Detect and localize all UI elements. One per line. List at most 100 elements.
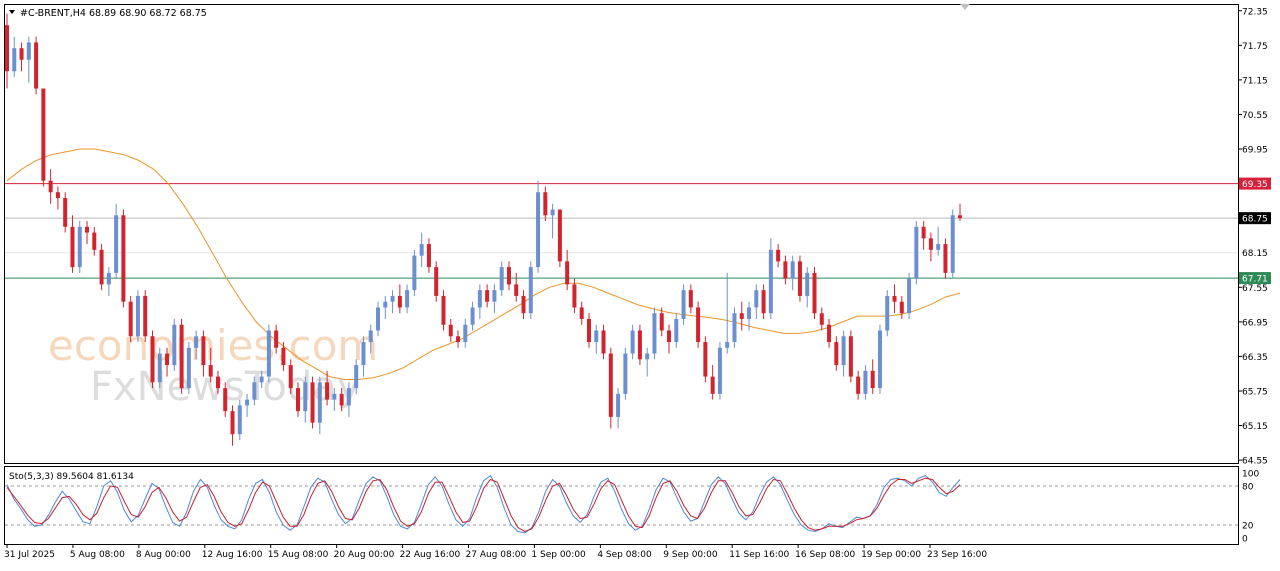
candle xyxy=(99,244,104,291)
candle-body xyxy=(470,307,475,325)
stochastic-oscillator: 100 80 20 0 xyxy=(5,470,1259,545)
price-tick-label: 71.75 xyxy=(1242,42,1268,52)
candle xyxy=(114,203,119,279)
price-tick-label: 71.15 xyxy=(1242,76,1268,86)
candle xyxy=(26,36,31,83)
candle xyxy=(135,290,140,343)
candle xyxy=(739,301,744,331)
candle xyxy=(914,221,919,285)
candle xyxy=(434,261,439,302)
time-tick-label: 19 Sep 00:00 xyxy=(861,550,921,560)
candle xyxy=(412,249,417,296)
candle xyxy=(565,249,570,291)
candle-body xyxy=(266,330,271,377)
candle xyxy=(907,272,912,319)
chart-shift-marker-icon[interactable] xyxy=(960,4,970,10)
candle xyxy=(877,324,882,394)
candle xyxy=(390,290,395,314)
stochastic-level-label: 100 xyxy=(1242,470,1259,480)
candle xyxy=(703,336,708,383)
candle-body xyxy=(572,284,577,308)
candle-body xyxy=(696,307,701,343)
candle xyxy=(550,203,555,239)
candle xyxy=(601,324,606,360)
candle-body xyxy=(448,324,453,337)
candle xyxy=(179,318,184,394)
candle-body xyxy=(230,411,235,435)
candle xyxy=(936,226,941,256)
candle xyxy=(186,342,191,394)
candle xyxy=(616,388,621,429)
candle-body xyxy=(899,301,904,314)
candle xyxy=(681,284,686,325)
candle xyxy=(266,324,271,383)
candle xyxy=(237,399,242,440)
candle xyxy=(688,284,693,314)
candle-body xyxy=(157,353,162,383)
candle xyxy=(892,284,897,314)
candle-body xyxy=(805,272,810,296)
candle-body xyxy=(92,232,97,250)
candle-body xyxy=(346,388,351,406)
candle-body xyxy=(623,353,628,394)
candle xyxy=(776,244,781,268)
candle-body xyxy=(376,307,381,331)
candle-body xyxy=(143,295,148,337)
candle-body xyxy=(397,295,402,308)
candle xyxy=(572,278,577,314)
candle xyxy=(717,342,722,400)
symbol-dropdown-icon[interactable] xyxy=(9,10,15,14)
candle xyxy=(885,290,890,337)
candle xyxy=(710,365,715,400)
time-tick-label: 5 Aug 08:00 xyxy=(70,550,125,560)
stochastic-level-label: 20 xyxy=(1242,522,1254,532)
candle xyxy=(470,301,475,331)
candle xyxy=(543,186,548,222)
stochastic-main-line xyxy=(6,474,961,534)
candle-body xyxy=(215,376,220,389)
candle xyxy=(863,365,868,400)
stochastic-plot-frame xyxy=(4,466,1239,545)
candle-body xyxy=(128,301,133,337)
candle-body xyxy=(652,313,657,354)
candle-body xyxy=(674,318,679,343)
candle xyxy=(106,267,111,296)
candle-body xyxy=(114,215,119,273)
candle-body xyxy=(659,313,664,331)
candle-body xyxy=(19,48,24,60)
candle xyxy=(623,347,628,400)
candle xyxy=(732,307,737,348)
candle xyxy=(383,295,388,319)
time-tick-label: 1 Sep 00:00 xyxy=(531,550,586,560)
time-tick-label: 16 Sep 08:00 xyxy=(795,550,855,560)
candle xyxy=(317,376,322,435)
candle-body xyxy=(557,209,562,262)
candle-body xyxy=(259,376,264,383)
candle-body xyxy=(921,226,926,239)
candle-body xyxy=(950,215,955,273)
candle-body xyxy=(928,238,933,250)
candle-body xyxy=(201,336,206,366)
candle-body xyxy=(492,290,497,302)
candle-body xyxy=(310,382,315,423)
candle-body xyxy=(914,226,919,279)
time-tick-label: 11 Sep 16:00 xyxy=(729,550,789,560)
candle-body xyxy=(688,290,693,308)
candle xyxy=(121,209,126,308)
stochastic-level-label: 80 xyxy=(1242,483,1254,493)
time-tick-label: 22 Aug 16:00 xyxy=(400,550,461,560)
candle-body xyxy=(77,226,82,268)
candle-body xyxy=(485,290,490,302)
candle-body xyxy=(797,261,802,296)
candle-body xyxy=(943,244,948,273)
candle-body xyxy=(761,290,766,314)
time-axis: 31 Jul 2025 5 Aug 08:00 8 Aug 00:00 12 Aug … xyxy=(4,544,987,560)
time-tick-label: 27 Aug 08:00 xyxy=(466,550,527,560)
candle xyxy=(557,209,562,268)
candle-body xyxy=(645,353,650,360)
candle-body xyxy=(99,249,104,285)
time-tick-label: 20 Aug 00:00 xyxy=(334,550,395,560)
candle xyxy=(797,255,802,302)
candle-body xyxy=(550,209,555,216)
candle xyxy=(536,180,541,273)
